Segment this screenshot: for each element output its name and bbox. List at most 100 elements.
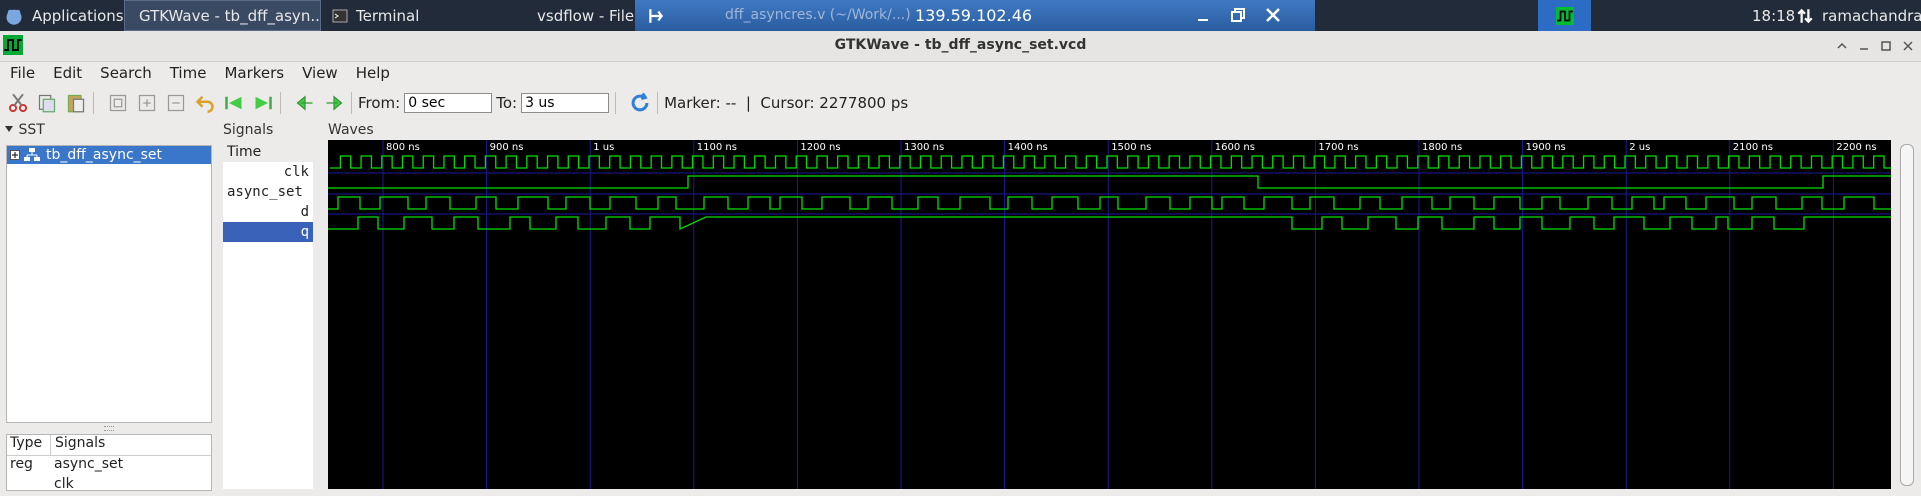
zoom-fit-button[interactable] (107, 92, 129, 114)
zoom-in-icon (138, 94, 156, 112)
network-arrows-icon[interactable] (1796, 7, 1814, 25)
to-label: To: (496, 94, 518, 112)
taskbar-window-label: GTKWave - tb_dff_asyn... (139, 6, 321, 25)
time-tick-label: 1500 ns (1111, 142, 1151, 153)
cut-button[interactable] (7, 92, 29, 114)
toolbar-separator (280, 92, 281, 114)
time-tick-label: 2200 ns (1836, 142, 1876, 153)
time-tick-label: 1 us (593, 142, 614, 153)
signals-list[interactable]: Time clk async_set d q (223, 142, 313, 489)
zoom-out-icon (167, 94, 185, 112)
signal-row-q[interactable]: q (223, 222, 313, 242)
sst-panel-label[interactable]: SST (4, 122, 45, 138)
applications-menu[interactable]: Applications (4, 0, 124, 31)
from-time-input[interactable] (404, 93, 493, 113)
zoom-to-end-button[interactable] (252, 92, 274, 114)
window-title: GTKWave - tb_dff_async_set.vcd (834, 37, 1087, 53)
menu-file[interactable]: File (10, 64, 35, 82)
wave-async-set (328, 175, 1891, 189)
signal-row-clk[interactable]: clk (223, 162, 313, 182)
last-icon (255, 96, 272, 110)
close-icon[interactable] (1265, 7, 1281, 23)
minimize-icon[interactable] (1195, 7, 1211, 23)
waves-panel-label: Waves (328, 122, 374, 138)
find-previous-edge-button[interactable] (294, 92, 316, 114)
copy-button[interactable] (36, 92, 58, 114)
pin-icon[interactable] (647, 7, 665, 25)
scrollbar-thumb[interactable] (1900, 144, 1914, 486)
waveform-viewer[interactable]: 800 ns 900 ns 1 us 1100 ns 1200 ns 1300 ns 140… (328, 140, 1891, 489)
first-icon (225, 96, 242, 110)
toolbar-separator (351, 92, 352, 114)
signal-row-d[interactable]: d (223, 202, 313, 222)
wave-d (328, 196, 1891, 210)
waveform-canvas[interactable]: 800 ns 900 ns 1 us 1100 ns 1200 ns 1300 ns 140… (328, 140, 1891, 489)
table-row[interactable]: clk (7, 476, 211, 496)
menu-bar: File Edit Search Time Markers View Help (0, 61, 1921, 85)
time-tick-label: 800 ns (386, 142, 420, 153)
from-label: From: (358, 94, 401, 112)
user-name[interactable]: ramachandran (1822, 0, 1921, 31)
taskbar-window-gtkwave[interactable]: GTKWave - tb_dff_asyn... (124, 0, 321, 31)
signal-row-time[interactable]: Time (223, 142, 313, 162)
menu-markers[interactable]: Markers (224, 64, 284, 82)
toolbar-separator (657, 92, 659, 114)
menu-edit[interactable]: Edit (53, 64, 82, 82)
gtkwave-icon (1555, 6, 1574, 25)
undo-icon (195, 95, 214, 113)
signal-type-table: Type Signals reg async_set clk (6, 434, 212, 492)
expander-down-icon (5, 126, 13, 132)
sst-label: SST (18, 122, 45, 138)
taskbar-window-label: dff_asyncres.v (~/Work/...) (725, 7, 911, 23)
signals-panel-label: Signals (223, 122, 274, 138)
toolbar-separator (615, 92, 617, 114)
zoom-to-start-button[interactable] (223, 92, 245, 114)
minimize-icon[interactable] (1858, 40, 1870, 52)
paste-icon (67, 94, 85, 113)
restore-icon[interactable] (1230, 7, 1246, 23)
tree-item-tb-dff-async-set[interactable]: tb_dff_async_set (7, 146, 211, 164)
applications-label: Applications (32, 6, 124, 25)
vertical-scrollbar[interactable] (1891, 140, 1921, 489)
zoom-out-button[interactable] (165, 92, 187, 114)
reload-button[interactable] (629, 92, 651, 114)
expand-plus-icon[interactable] (10, 150, 20, 160)
menu-search[interactable]: Search (100, 64, 152, 82)
to-time-input[interactable] (521, 93, 610, 113)
undo-zoom-button[interactable] (194, 92, 216, 114)
time-tick-label: 1900 ns (1526, 142, 1566, 153)
window-titlebar: GTKWave - tb_dff_async_set.vcd (0, 31, 1921, 62)
paste-button[interactable] (65, 92, 87, 114)
menu-time[interactable]: Time (170, 64, 207, 82)
menu-view[interactable]: View (302, 64, 338, 82)
time-tick-label: 1600 ns (1215, 142, 1255, 153)
time-tick-label: 2 us (1629, 142, 1650, 153)
sst-tree[interactable]: tb_dff_async_set (6, 145, 212, 423)
taskbar: Applications GTKWave - tb_dff_asyn... Te… (0, 0, 1921, 31)
toolbar: From: To: Marker: -- | Cursor: 2277800 p… (0, 88, 1921, 118)
pane-resize-handle[interactable] (104, 426, 114, 431)
remote-ip: 139.59.102.46 (915, 6, 1033, 25)
table-row[interactable]: reg async_set (7, 456, 211, 476)
taskbar-window-terminal[interactable]: Terminal (328, 0, 522, 31)
table-cell-type (7, 476, 50, 496)
table-header-signals[interactable]: Signals (51, 435, 105, 455)
time-tick-label: 1700 ns (1318, 142, 1358, 153)
table-header-type[interactable]: Type (7, 435, 51, 455)
module-tree-icon (24, 148, 40, 161)
find-next-edge-button[interactable] (323, 92, 345, 114)
close-icon[interactable] (1902, 40, 1914, 52)
copy-icon (38, 94, 56, 113)
pane-divider[interactable] (313, 142, 328, 489)
signal-row-async-set[interactable]: async_set (223, 182, 313, 202)
clock[interactable]: 18:18 (1752, 0, 1795, 31)
zoom-in-button[interactable] (136, 92, 158, 114)
menu-help[interactable]: Help (356, 64, 390, 82)
maximize-icon[interactable] (1880, 40, 1892, 52)
reload-icon (631, 92, 649, 112)
time-tick-label: 1100 ns (697, 142, 737, 153)
shade-icon[interactable] (1836, 40, 1848, 52)
workspace-switcher[interactable] (1538, 0, 1591, 31)
time-tick-label: 1400 ns (1008, 142, 1048, 153)
time-tick-label: 2100 ns (1733, 142, 1773, 153)
